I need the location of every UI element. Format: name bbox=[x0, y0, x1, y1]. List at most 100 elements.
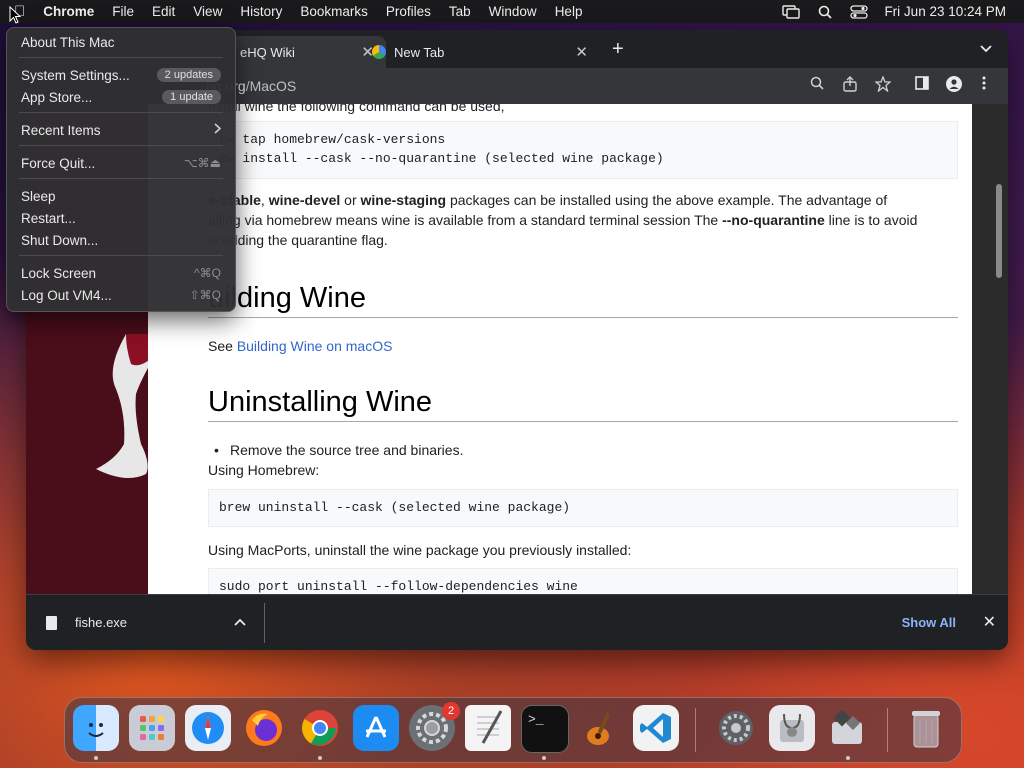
building-wine-link[interactable]: Building Wine on macOS bbox=[237, 338, 393, 354]
menubar-clock[interactable]: Fri Jun 23 10:24 PM bbox=[884, 4, 1006, 19]
launchpad-icon[interactable] bbox=[129, 705, 175, 751]
code-line: ew install --cask --no-quarantine (selec… bbox=[219, 151, 664, 166]
text: alling via homebrew means wine is availa… bbox=[208, 212, 723, 228]
menu-window[interactable]: Window bbox=[480, 4, 546, 19]
keyboard-shortcut: ^⌘Q bbox=[194, 266, 221, 280]
textedit-icon[interactable] bbox=[465, 705, 511, 751]
finder-icon[interactable] bbox=[73, 705, 119, 751]
tab-title: eHQ Wiki bbox=[240, 44, 295, 60]
menu-item-label: Recent Items bbox=[21, 122, 101, 138]
system-settings-icon[interactable] bbox=[713, 705, 759, 751]
bullet-icon: • bbox=[214, 442, 219, 458]
spotlight-search-icon[interactable] bbox=[808, 5, 842, 19]
menu-item-restart[interactable]: Restart... bbox=[21, 208, 221, 228]
see-paragraph: See Building Wine on macOS bbox=[208, 336, 958, 356]
side-panel-icon[interactable] bbox=[915, 76, 929, 93]
terminal-prompt-glyph: >_ bbox=[528, 712, 544, 727]
bold-term: --no-quarantine bbox=[722, 212, 825, 228]
menu-edit[interactable]: Edit bbox=[143, 4, 184, 19]
using-homebrew-label: Using Homebrew: bbox=[208, 462, 320, 478]
address-bar[interactable]: hq.org/MacOS bbox=[206, 72, 826, 100]
running-indicator bbox=[318, 756, 322, 760]
menu-item-label: Lock Screen bbox=[21, 265, 97, 281]
trash-icon[interactable] bbox=[903, 705, 949, 751]
menu-item-recent-items[interactable]: Recent Items bbox=[21, 120, 222, 140]
code-block-install: ew tap homebrew/cask-versions ew install… bbox=[208, 121, 958, 179]
code-block-macports: sudo port uninstall --follow-dependencie… bbox=[208, 568, 958, 594]
running-indicator bbox=[94, 756, 98, 760]
safari-icon[interactable] bbox=[185, 705, 231, 751]
garageband-icon[interactable] bbox=[577, 705, 623, 751]
menu-item-force-quit[interactable]: Force Quit... ⌥⌘⏏ bbox=[21, 153, 221, 173]
more-menu-icon[interactable] bbox=[982, 76, 986, 93]
menu-view[interactable]: View bbox=[184, 4, 231, 19]
vscode-icon[interactable] bbox=[633, 705, 679, 751]
menu-bookmarks[interactable]: Bookmarks bbox=[291, 4, 377, 19]
zoom-icon[interactable] bbox=[810, 76, 824, 93]
chevron-right-icon bbox=[214, 123, 222, 137]
menu-item-label: App Store... bbox=[21, 89, 93, 105]
menu-history[interactable]: History bbox=[231, 4, 291, 19]
show-all-button[interactable]: Show All bbox=[902, 615, 956, 630]
download-file-name: fishe.exe bbox=[75, 615, 128, 630]
file-icon bbox=[46, 615, 57, 630]
menu-item-label: Restart... bbox=[21, 210, 76, 226]
screen-mirroring-icon[interactable] bbox=[774, 4, 808, 19]
web-page: nstall wine the following command can be… bbox=[148, 104, 972, 594]
downloads-bar: fishe.exe Show All ✕ bbox=[26, 594, 1008, 650]
notification-badge: 2 bbox=[442, 702, 460, 720]
close-downloads-icon[interactable]: ✕ bbox=[983, 612, 996, 632]
close-tab-icon[interactable]: ✕ bbox=[575, 43, 588, 61]
control-center-icon[interactable] bbox=[842, 4, 876, 19]
menu-separator bbox=[19, 57, 223, 58]
wine-glass-logo bbox=[96, 334, 156, 478]
chrome-icon[interactable] bbox=[297, 705, 343, 751]
tab-search-chevron-icon[interactable] bbox=[980, 40, 992, 56]
menu-item-lock-screen[interactable]: Lock Screen ^⌘Q bbox=[21, 263, 221, 283]
menu-item-label: Force Quit... bbox=[21, 155, 96, 171]
running-indicator bbox=[542, 756, 546, 760]
share-icon[interactable] bbox=[843, 76, 857, 95]
cut-off-text: nstall wine the following command can be… bbox=[208, 104, 505, 114]
menu-item-app-store[interactable]: App Store... 1 update bbox=[21, 87, 221, 107]
menu-item-shut-down[interactable]: Shut Down... bbox=[21, 230, 221, 250]
app-store-icon[interactable] bbox=[353, 705, 399, 751]
menu-item-system-settings[interactable]: System Settings... 2 updates bbox=[21, 65, 221, 85]
menu-item-log-out[interactable]: Log Out VM4... ⇧⌘Q bbox=[21, 285, 221, 305]
chevron-up-icon[interactable] bbox=[234, 615, 246, 629]
menu-tab[interactable]: Tab bbox=[440, 4, 480, 19]
firefox-icon[interactable] bbox=[241, 705, 287, 751]
scrollbar-thumb[interactable] bbox=[996, 184, 1002, 278]
mouse-cursor-icon bbox=[9, 6, 21, 24]
menu-help[interactable]: Help bbox=[546, 4, 592, 19]
menu-separator bbox=[19, 112, 223, 113]
install-paragraph: e-stable, wine-devel or wine-staging pac… bbox=[208, 190, 958, 250]
text: , bbox=[260, 192, 269, 208]
bookmark-star-icon[interactable] bbox=[874, 75, 892, 95]
menu-item-sleep[interactable]: Sleep bbox=[21, 186, 221, 206]
menu-app-name[interactable]: Chrome bbox=[34, 4, 103, 19]
new-tab-button[interactable]: + bbox=[612, 38, 624, 61]
tab-new-tab[interactable]: New Tab ✕ bbox=[360, 36, 600, 68]
boot-camp-icon[interactable] bbox=[825, 705, 871, 751]
download-item[interactable]: fishe.exe bbox=[46, 615, 127, 630]
menu-item-about-this-mac[interactable]: About This Mac bbox=[21, 32, 221, 52]
chrome-favicon-icon bbox=[372, 45, 386, 59]
menu-profiles[interactable]: Profiles bbox=[377, 4, 440, 19]
disk-utility-icon[interactable] bbox=[769, 705, 815, 751]
code-block-homebrew: brew uninstall --cask (selected wine pac… bbox=[208, 489, 958, 527]
using-macports-label: Using MacPorts, uninstall the wine packa… bbox=[208, 542, 632, 558]
profile-icon[interactable] bbox=[946, 76, 962, 95]
page-scrollbar[interactable] bbox=[972, 104, 1008, 594]
menu-file[interactable]: File bbox=[103, 4, 143, 19]
apple-menu: About This Mac System Settings... 2 upda… bbox=[6, 27, 236, 312]
terminal-icon[interactable]: >_ bbox=[521, 705, 569, 753]
keyboard-shortcut: ⌥⌘⏏ bbox=[183, 156, 221, 170]
text: w adding the quarantine flag. bbox=[208, 232, 388, 248]
text: Remove the source tree and binaries. bbox=[230, 442, 464, 458]
menu-item-label: About This Mac bbox=[21, 34, 115, 50]
keyboard-shortcut: ⇧⌘Q bbox=[189, 288, 221, 302]
menu-item-label: System Settings... bbox=[21, 67, 130, 83]
divider bbox=[264, 603, 265, 643]
tab-title: New Tab bbox=[394, 44, 445, 60]
